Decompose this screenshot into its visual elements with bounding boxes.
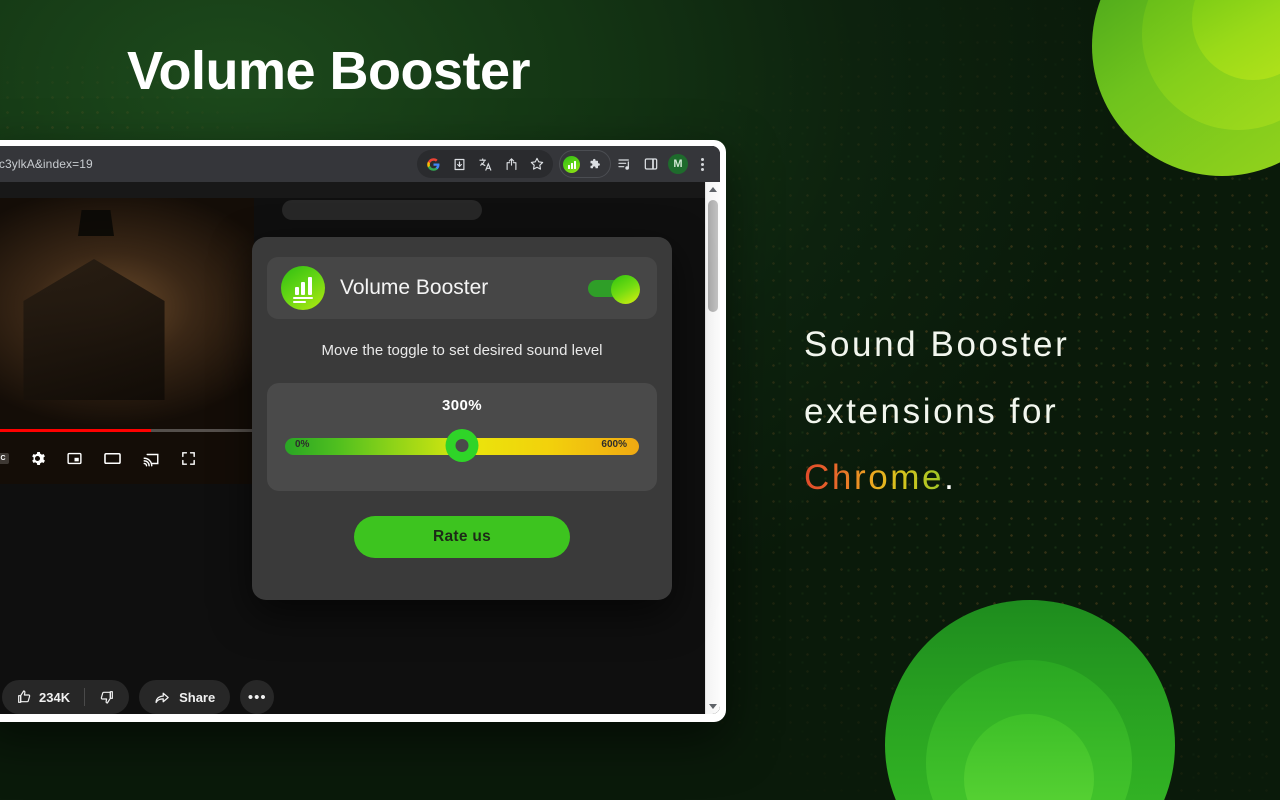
volume-value-label: 300%: [442, 397, 482, 414]
more-actions-button[interactable]: •••: [240, 680, 275, 714]
share-icon[interactable]: [499, 152, 523, 176]
video-player[interactable]: CC: [0, 198, 254, 484]
volume-slider-card: 300% 0% 600%: [267, 383, 657, 491]
scroll-up-icon[interactable]: [706, 182, 720, 197]
scrollbar-thumb[interactable]: [708, 200, 718, 312]
page-title: Volume Booster: [127, 41, 531, 101]
share-label: Share: [179, 689, 216, 705]
reading-list-icon[interactable]: [613, 152, 637, 176]
slider-max-label: 600%: [601, 439, 627, 450]
extension-pinned-group: [559, 150, 611, 178]
toolbar-actions: M: [417, 150, 714, 178]
browser-viewport: ARc3ylkA&index=19: [0, 146, 720, 714]
cast-icon[interactable]: [142, 450, 160, 468]
like-button[interactable]: 234K: [2, 680, 84, 714]
volume-booster-extension-icon[interactable]: [563, 155, 580, 173]
video-progress-bar[interactable]: [0, 429, 254, 432]
like-count: 234K: [39, 689, 71, 705]
volume-slider[interactable]: 0% 600%: [285, 429, 639, 462]
address-bar-text[interactable]: ARc3ylkA&index=19: [0, 157, 93, 171]
page-placeholder-bar: [282, 200, 482, 220]
like-dislike-bar: 234K: [2, 680, 130, 714]
bookmark-star-icon[interactable]: [525, 152, 549, 176]
side-panel-icon[interactable]: [639, 152, 663, 176]
subheadline-line-1: Sound Booster: [804, 325, 1070, 364]
extension-popup: Volume Booster Move the toggle to set de…: [252, 237, 672, 600]
page-top-strip: [0, 182, 705, 198]
captions-cc-icon[interactable]: CC: [0, 453, 10, 464]
toolbar-action-group: [417, 150, 553, 178]
subheadline-line-2: extensions for: [804, 391, 1059, 431]
theater-mode-icon[interactable]: [103, 449, 122, 468]
slider-min-label: 0%: [295, 439, 310, 450]
toggle-knob[interactable]: [611, 275, 640, 304]
settings-gear-icon[interactable]: [29, 450, 46, 467]
subheadline-line-3: Chrome.: [804, 445, 1234, 512]
browser-window: ARc3ylkA&index=19: [0, 140, 726, 722]
avatar[interactable]: M: [668, 154, 688, 174]
enable-toggle[interactable]: [588, 275, 640, 304]
page-scrollbar[interactable]: [705, 182, 720, 714]
dislike-button[interactable]: [85, 680, 129, 714]
brand-chrome-text: Chrome: [804, 458, 945, 497]
popup-title: Volume Booster: [340, 276, 489, 299]
youtube-page: CC: [0, 182, 720, 714]
slider-track-left[interactable]: [285, 438, 458, 455]
fullscreen-icon[interactable]: [180, 450, 197, 467]
download-icon[interactable]: [447, 152, 471, 176]
scroll-down-icon[interactable]: [706, 699, 720, 714]
popup-header: Volume Booster: [267, 257, 657, 319]
kebab-menu-icon[interactable]: [690, 152, 714, 176]
brand-period: .: [944, 458, 957, 497]
video-actions: 234K Share •••: [2, 680, 275, 714]
video-controls: CC: [0, 449, 244, 468]
google-icon[interactable]: [421, 152, 445, 176]
hero-subheadline: Sound Booster extensions for Chrome.: [804, 312, 1234, 512]
popup-subtitle: Move the toggle to set desired sound lev…: [321, 342, 603, 359]
browser-toolbar: ARc3ylkA&index=19: [0, 146, 720, 182]
extensions-puzzle-icon[interactable]: [583, 152, 607, 176]
share-button[interactable]: Share: [139, 680, 231, 714]
translate-icon[interactable]: [473, 152, 497, 176]
miniplayer-icon[interactable]: [66, 450, 83, 467]
volume-bars-icon: [281, 266, 325, 310]
promo-banner: Volume Booster Sound Booster extensions …: [0, 0, 1280, 800]
slider-thumb[interactable]: [445, 429, 479, 462]
rate-us-button[interactable]: Rate us: [354, 516, 570, 558]
